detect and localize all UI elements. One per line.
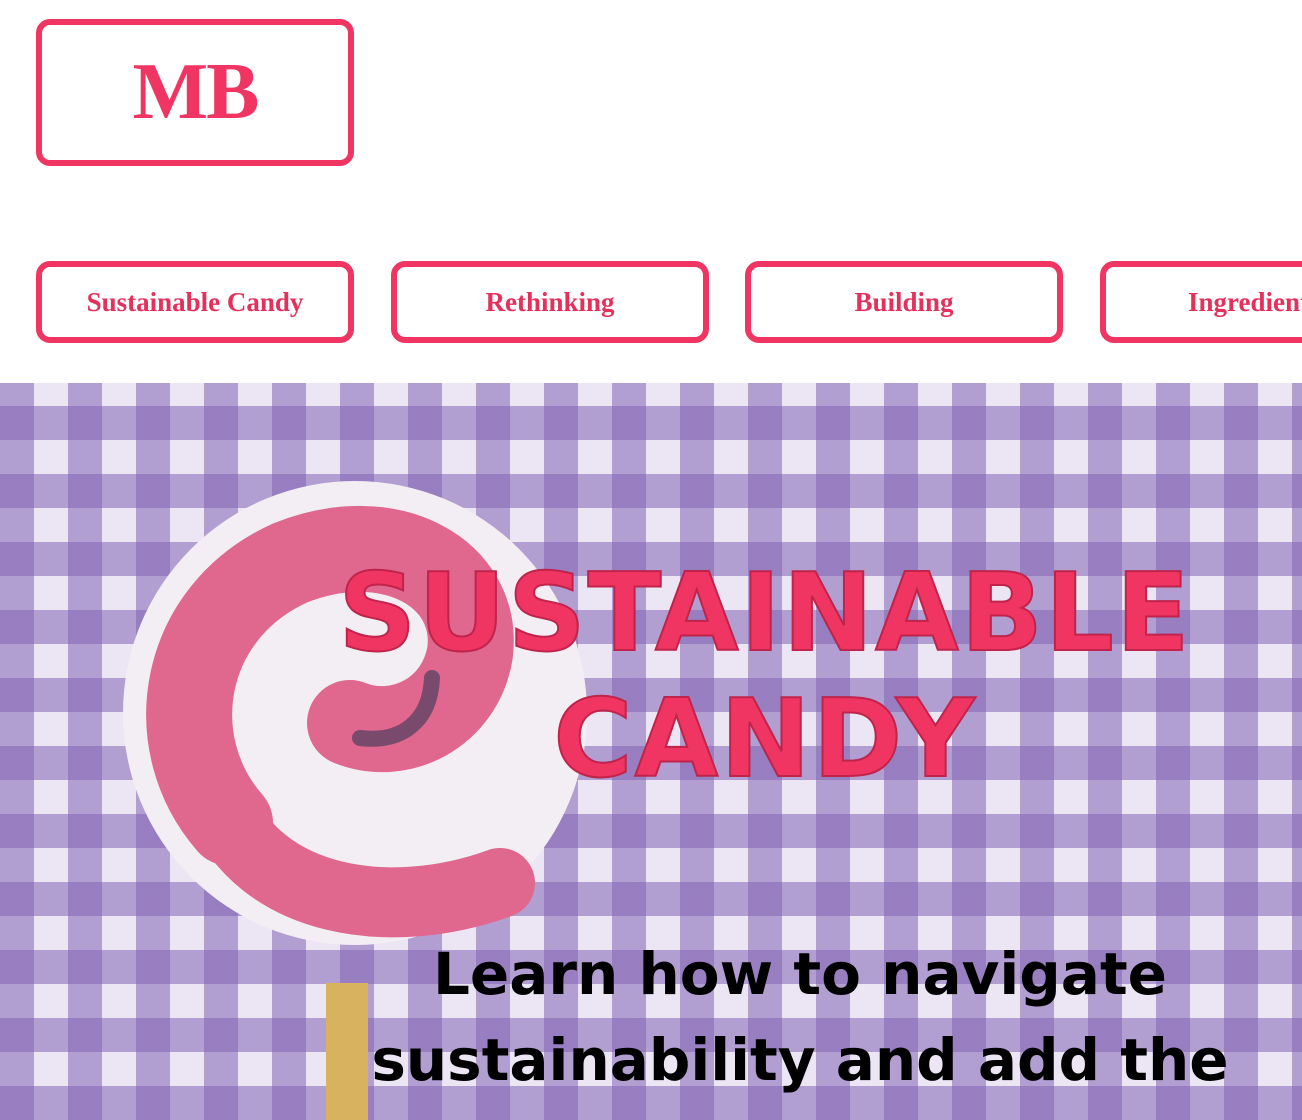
nav-building[interactable]: Building (745, 261, 1063, 343)
hero-title: Sustainable Candy (337, 550, 1192, 803)
nav-ingredients[interactable]: Ingredients (1100, 261, 1302, 343)
hero-text: Learn how to navigate sustainability and… (371, 940, 1229, 1094)
nav-sustainable-candy[interactable]: Sustainable Candy (36, 261, 354, 343)
logo-button[interactable]: MB (36, 19, 354, 166)
main-nav: Sustainable Candy Rethinking Building In… (0, 261, 1302, 343)
hero-banner: Sustainable Candy Learn how to navigate … (0, 383, 1302, 1120)
nav-rethinking[interactable]: Rethinking (391, 261, 709, 343)
